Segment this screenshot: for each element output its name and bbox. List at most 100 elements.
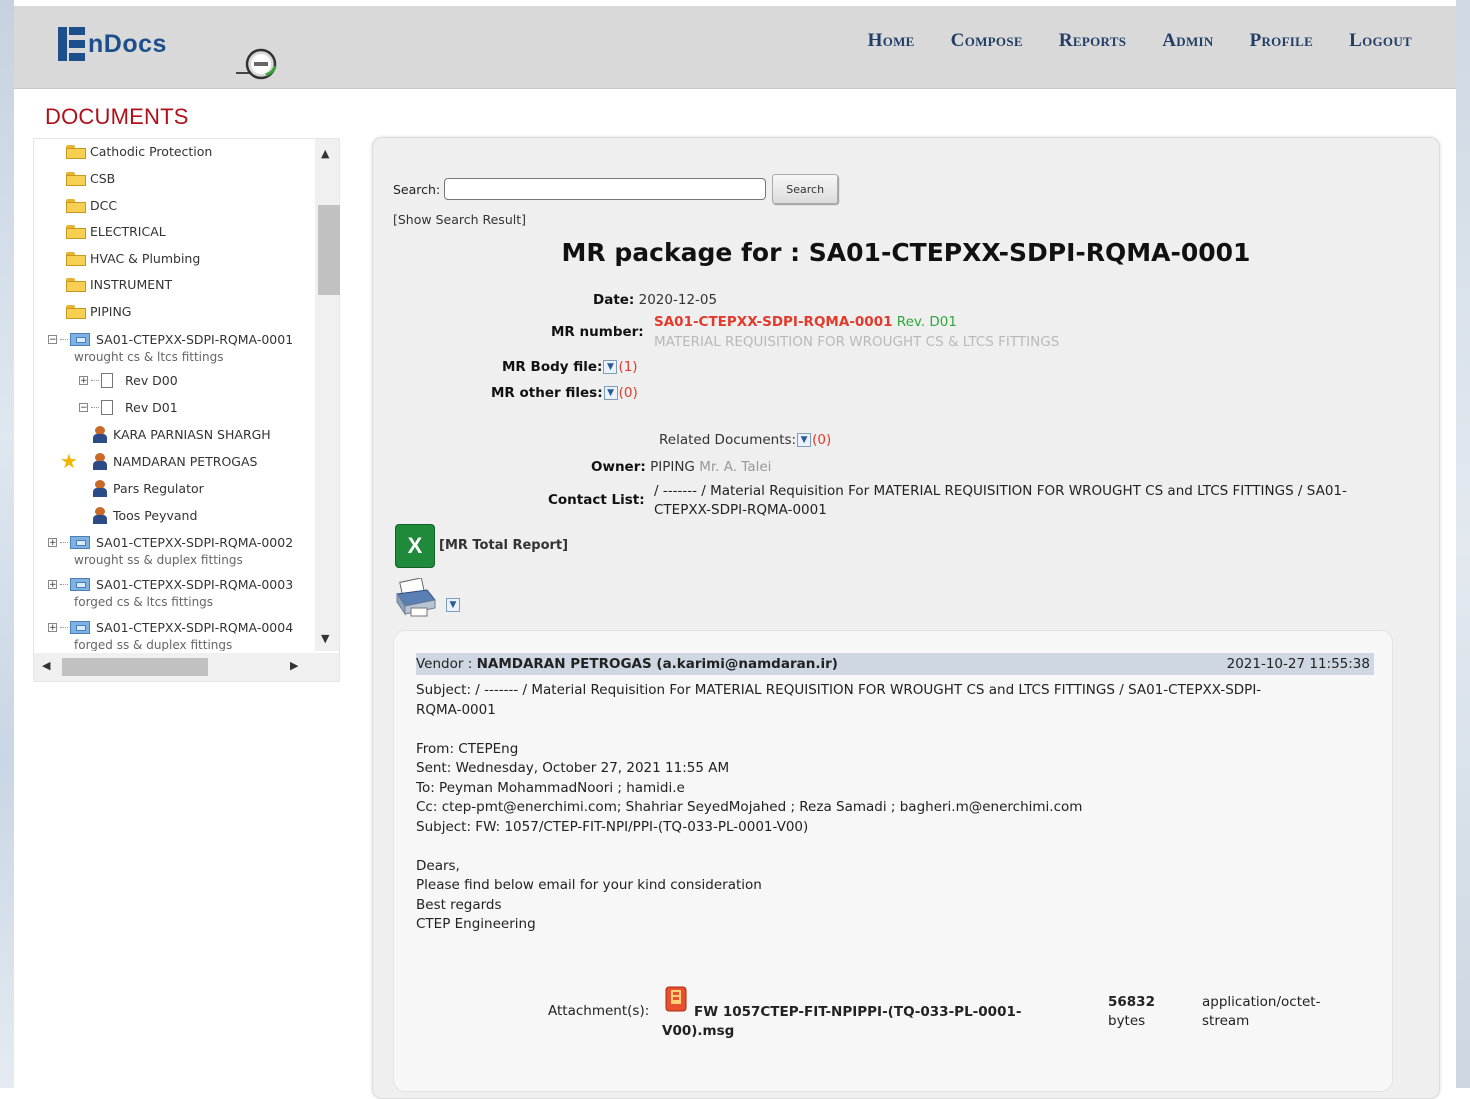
collapse-toggle-icon[interactable]: − xyxy=(79,403,88,413)
collapse-toggle-icon[interactable]: − xyxy=(48,334,57,344)
nav-compose[interactable]: Compose xyxy=(951,30,1023,52)
folder-icon xyxy=(66,198,86,213)
nav-admin[interactable]: Admin xyxy=(1162,30,1213,52)
attachment-link[interactable]: FW 1057CTEP-FIT-NPIPPI-(TQ-033-PL-0001- … xyxy=(662,1003,1021,1041)
partner-logo-icon xyxy=(236,48,277,80)
attachment-name[interactable]: V00).msg xyxy=(662,1022,1021,1041)
attachment-name[interactable]: FW 1057CTEP-FIT-NPIPPI-(TQ-033-PL-0001- xyxy=(662,1003,1021,1022)
attachment-type: application/octet- stream xyxy=(1202,993,1320,1031)
tree-folder-cathodic[interactable]: Cathodic Protection xyxy=(66,144,212,159)
email-to: To: Peyman MohammadNoori ; hamidi.e xyxy=(416,779,685,796)
owner-dept: PIPING xyxy=(650,459,695,475)
main-panel: Search: Search [Show Search Result] MR p… xyxy=(372,137,1440,1099)
excel-icon[interactable]: X xyxy=(395,524,435,568)
nav-reports[interactable]: Reports xyxy=(1059,30,1126,52)
related-docs-row: Related Documents: ▼ (0) xyxy=(659,432,831,448)
tree-rev-d01[interactable]: − Rev D01 xyxy=(79,400,178,415)
scroll-thumb[interactable] xyxy=(62,658,208,676)
tree-vendor-toos[interactable]: Toos Peyvand xyxy=(92,507,197,524)
printer-icon[interactable] xyxy=(393,578,437,618)
search-label: Search: xyxy=(393,181,441,197)
tree-rev-d00[interactable]: + Rev D00 xyxy=(79,373,178,388)
email-text-line: Please find below email for your kind co… xyxy=(416,877,762,893)
scroll-right-icon[interactable]: ▶ xyxy=(290,659,298,672)
document-icon xyxy=(101,373,113,388)
tree-package-0004[interactable]: + SA01-CTEPXX-SDPI-RQMA-0004 xyxy=(48,619,293,635)
contact-line: CTEPXX-SDPI-RQMA-0001 xyxy=(654,502,827,518)
package-desc: forged ss & duplex fittings xyxy=(74,638,233,651)
search-button[interactable]: Search xyxy=(772,174,839,204)
scroll-thumb[interactable] xyxy=(318,205,340,295)
tree-vertical-scrollbar[interactable]: ▲ ▼ xyxy=(315,139,340,651)
email-sent: Sent: Wednesday, October 27, 2021 11:55 … xyxy=(416,760,730,776)
nav-home[interactable]: Home xyxy=(868,30,915,52)
search-input[interactable] xyxy=(444,178,767,200)
folder-label: CSB xyxy=(90,171,116,186)
attachment-type-line: stream xyxy=(1202,1013,1250,1029)
mr-revision: Rev. D01 xyxy=(896,314,957,330)
mr-number-row: MR number: xyxy=(551,324,644,340)
tree-vendor-kara[interactable]: KARA PARNIASN SHARGH xyxy=(92,426,271,443)
document-tree: Cathodic Protection CSB DCC ELECTRICAL H… xyxy=(34,139,310,651)
tree-package-0002[interactable]: + SA01-CTEPXX-SDPI-RQMA-0002 xyxy=(48,534,293,550)
expand-toggle-icon[interactable]: + xyxy=(48,622,57,632)
email-fw-subject: Subject: FW: 1057/CTEP-FIT-NPI/PPI-(TQ-0… xyxy=(416,818,809,835)
mr-other-files-row: MR other files: ▼ (0) xyxy=(491,385,638,401)
printer-dropdown-icon[interactable]: ▼ xyxy=(446,598,460,612)
package-code: SA01-CTEPXX-SDPI-RQMA-0004 xyxy=(96,619,294,635)
related-docs-dropdown-icon[interactable]: ▼ xyxy=(797,433,812,447)
tree-folder-piping[interactable]: PIPING xyxy=(66,304,132,319)
vendor-label: NAMDARAN PETROGAS xyxy=(113,454,258,469)
other-files-dropdown-icon[interactable]: ▼ xyxy=(603,386,618,400)
expand-toggle-icon[interactable]: + xyxy=(48,537,57,547)
nav-logout[interactable]: Logout xyxy=(1349,30,1412,52)
tree-horizontal-scrollbar[interactable]: ◀ ▶ xyxy=(34,653,339,681)
scroll-left-icon[interactable]: ◀ xyxy=(42,659,50,672)
vendor-person-icon xyxy=(92,480,108,497)
folder-label: ELECTRICAL xyxy=(90,224,166,239)
tree-folder-csb[interactable]: CSB xyxy=(66,171,115,186)
package-icon xyxy=(70,331,90,347)
scroll-down-icon[interactable]: ▼ xyxy=(321,632,329,645)
package-icon xyxy=(70,619,90,635)
expand-toggle-icon[interactable]: + xyxy=(48,579,57,589)
document-icon xyxy=(101,400,113,415)
email-timestamp: 2021-10-27 11:55:38 xyxy=(1226,656,1370,672)
vendor-email-card: Vendor : NAMDARAN PETROGAS (a.karimi@nam… xyxy=(393,630,1393,1092)
tree-package-0003[interactable]: + SA01-CTEPXX-SDPI-RQMA-0003 xyxy=(48,576,293,592)
folder-label: Cathodic Protection xyxy=(90,144,213,159)
body-file-count: (1) xyxy=(618,359,638,375)
tree-folder-instrument[interactable]: INSTRUMENT xyxy=(66,277,172,292)
contact-list-value: / ------- / Material Requisition For MAT… xyxy=(654,482,1347,520)
package-code: SA01-CTEPXX-SDPI-RQMA-0001 xyxy=(96,331,294,347)
email-subject: RQMA-0001 xyxy=(416,701,496,718)
email-text-line: CTEP Engineering xyxy=(416,916,536,932)
mr-total-report-link[interactable]: [MR Total Report] xyxy=(439,538,568,553)
nav-profile[interactable]: Profile xyxy=(1250,30,1314,52)
logo-text: nDocs xyxy=(88,29,167,58)
tree-vendor-pars[interactable]: Pars Regulator xyxy=(92,480,204,497)
body-file-dropdown-icon[interactable]: ▼ xyxy=(603,360,618,374)
vendor-bar: Vendor : NAMDARAN PETROGAS (a.karimi@nam… xyxy=(416,653,1374,675)
tree-package-0001[interactable]: − SA01-CTEPXX-SDPI-RQMA-0001 xyxy=(48,331,293,347)
mr-body-file-row: MR Body file: ▼ (1) xyxy=(502,359,638,375)
show-search-result-link[interactable]: [Show Search Result] xyxy=(393,212,526,227)
tree-folder-dcc[interactable]: DCC xyxy=(66,198,117,213)
star-icon: ★ xyxy=(60,449,78,473)
header-bar: nDocs Home Compose Reports Admin Profile… xyxy=(14,6,1456,89)
vendor-person-icon xyxy=(92,426,108,443)
expand-toggle-icon[interactable]: + xyxy=(79,376,88,386)
folder-icon xyxy=(66,144,86,159)
tree-folder-electrical[interactable]: ELECTRICAL xyxy=(66,224,166,239)
tree-vendor-namdaran[interactable]: NAMDARAN PETROGAS xyxy=(92,453,257,470)
endocs-logo[interactable]: nDocs xyxy=(58,22,167,66)
mr-number-label: MR number: xyxy=(551,324,644,340)
scroll-up-icon[interactable]: ▲ xyxy=(321,147,329,160)
folder-icon xyxy=(66,304,86,319)
mr-description: MATERIAL REQUISITION FOR WROUGHT CS & LT… xyxy=(654,334,1060,350)
revision-label: Rev D00 xyxy=(125,373,178,388)
email-text-line: Best regards xyxy=(416,896,502,913)
tree-folder-hvac[interactable]: HVAC & Plumbing xyxy=(66,251,200,266)
owner-row: Owner: PIPING Mr. A. Talei xyxy=(591,459,771,475)
package-icon xyxy=(70,576,90,592)
